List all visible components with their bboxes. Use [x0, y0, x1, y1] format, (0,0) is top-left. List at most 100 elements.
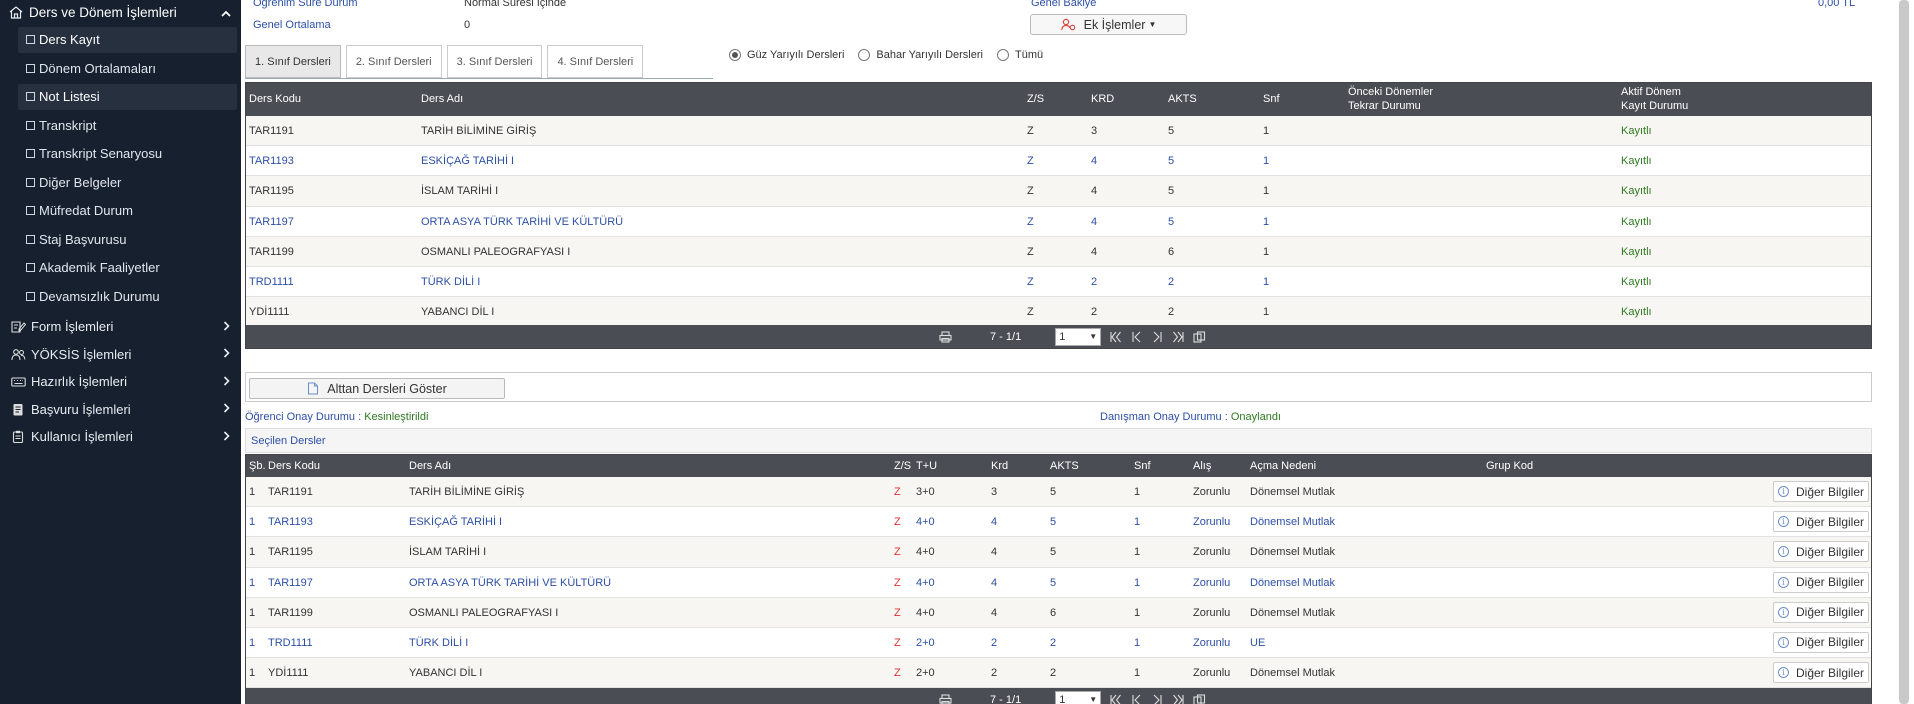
sel-code: TAR1193 [268, 516, 313, 529]
sidebar-item-label: Transkript Senaryosu [39, 146, 163, 161]
sel-krd: 2 [991, 667, 998, 680]
school-icon [8, 5, 24, 19]
page-select[interactable]: 1 ▼ [1055, 327, 1102, 346]
tab-class-1[interactable]: 1. Sınıf Dersleri [245, 45, 341, 78]
tab-class-3[interactable]: 3. Sınıf Dersleri [446, 45, 543, 78]
other-info-button[interactable]: i Diğer Bilgiler [1773, 662, 1869, 684]
show-alt-courses-button[interactable]: Alttan Dersleri Göster [249, 378, 505, 399]
course-status: Kayıtlı [1621, 215, 1652, 228]
next-page-icon[interactable] [1151, 331, 1164, 343]
course-code: TAR1195 [249, 185, 294, 198]
other-info-button[interactable]: i Diğer Bilgiler [1773, 481, 1869, 502]
first-page-icon[interactable] [1109, 331, 1122, 343]
sel-akts: 2 [1050, 667, 1057, 680]
tab-class-2[interactable]: 2. Sınıf Dersleri [345, 45, 442, 78]
other-info-label: Diğer Bilgiler [1795, 635, 1865, 650]
course-snf: 1 [1263, 185, 1270, 198]
sidebar-item-4[interactable]: Transkript Senaryosu [18, 141, 237, 167]
other-info-button[interactable]: i Diğer Bilgiler [1773, 511, 1869, 533]
course-name: İSLAM TARİHİ I [421, 185, 499, 198]
sidebar-group-4[interactable]: Kullanıcı İşlemleri [0, 423, 241, 451]
gpa-label: Genel Ortalama [253, 19, 331, 31]
advisor-approval: Danışman Onay Durumu : Onaylandı [1100, 411, 1281, 423]
sel-krd: 4 [991, 516, 998, 529]
copy-icon[interactable] [1193, 693, 1206, 704]
sel-code: TAR1195 [268, 546, 313, 559]
sidebar-item-1[interactable]: Dönem Ortalamaları [18, 55, 237, 81]
checkbox-square-icon [26, 234, 35, 244]
vertical-scrollbar[interactable] [1899, 0, 1909, 704]
sel-tu: 4+0 [916, 516, 935, 529]
sel-name: TÜRK DİLİ I [409, 636, 469, 649]
print-icon[interactable] [939, 693, 952, 704]
print-icon[interactable] [939, 330, 952, 343]
course-status: Kayıtlı [1621, 306, 1652, 319]
col-active-line2: Kayıt Durumu [1621, 100, 1689, 112]
sel-sb: 1 [249, 546, 256, 559]
last-page-icon[interactable] [1172, 331, 1185, 343]
sidebar-group-3[interactable]: Başvuru İşlemleri [0, 396, 241, 424]
col-zs: Z/S [1027, 93, 1045, 105]
sidebar-group-label: Form İşlemleri [31, 319, 114, 335]
other-info-button[interactable]: i Diğer Bilgiler [1773, 541, 1869, 563]
sel-snf: 1 [1134, 606, 1141, 619]
sidebar-item-6[interactable]: Müfredat Durum [18, 198, 237, 224]
document-icon [10, 403, 26, 416]
chevron-right-icon [219, 347, 233, 361]
other-info-button[interactable]: i Diğer Bilgiler [1773, 601, 1869, 623]
tab-class-4[interactable]: 4. Sınıf Dersleri [547, 45, 644, 78]
sidebar-group-0[interactable]: Form İşlemleri [0, 313, 241, 341]
checkbox-square-icon [26, 149, 35, 158]
sidebar-item-2[interactable]: Not Listesi [18, 83, 237, 110]
course-zs: Z [1027, 275, 1034, 288]
prev-page-icon[interactable] [1130, 331, 1143, 343]
extra-actions-button[interactable]: Ek İşlemler ▼ [1030, 14, 1187, 35]
sel-krd: 4 [991, 606, 998, 619]
checkbox-square-icon [26, 120, 35, 130]
course-code: TAR1193 [249, 155, 294, 168]
radio-option-1[interactable]: Bahar Yarıyılı Dersleri [858, 49, 983, 61]
sidebar-item-3[interactable]: Transkript [18, 112, 237, 138]
form-edit-icon [10, 320, 26, 333]
other-info-button[interactable]: i Diğer Bilgiler [1773, 631, 1869, 653]
sel-tu: 4+0 [916, 546, 935, 559]
table-row: 1 TRD1111 TÜRK DİLİ I Z 2+0 2 2 1 Zorunlu UE i Diğe… [246, 627, 1871, 659]
sidebar-item-5[interactable]: Diğer Belgeler [18, 169, 237, 195]
sel-akts: 6 [1050, 606, 1057, 619]
first-page-icon[interactable] [1109, 694, 1122, 704]
last-page-icon[interactable] [1172, 694, 1185, 704]
course-snf: 1 [1263, 306, 1270, 319]
prev-page-icon[interactable] [1130, 694, 1143, 704]
page-select[interactable]: 1 ▼ [1055, 690, 1102, 704]
course-akts: 5 [1168, 125, 1175, 137]
col-group: Grup Kod [1486, 460, 1534, 472]
sidebar-item-7[interactable]: Staj Başvurusu [18, 226, 237, 252]
pager-summary: 7 - 1/1 [990, 693, 1022, 704]
document-icon [307, 382, 319, 395]
sidebar-group-2[interactable]: Hazırlık İşlemleri [0, 368, 241, 396]
radio-option-0[interactable]: Güz Yarıyılı Dersleri [729, 49, 844, 61]
chevron-right-icon [219, 320, 233, 334]
next-page-icon[interactable] [1151, 694, 1164, 704]
sidebar-item-label: Diğer Belgeler [39, 174, 122, 190]
chevron-right-icon [219, 430, 233, 444]
col-name: Ders Adı [421, 93, 464, 105]
radio-button[interactable] [996, 49, 1009, 61]
info-icon: i [1777, 636, 1789, 648]
radio-option-2[interactable]: Tümü [996, 49, 1043, 61]
other-info-button[interactable]: i Diğer Bilgiler [1773, 571, 1869, 593]
radio-button[interactable] [729, 49, 741, 61]
radio-button[interactable] [858, 49, 871, 61]
sidebar-group-1[interactable]: YÖKSİS İşlemleri [0, 341, 241, 369]
sidebar-item-0[interactable]: Ders Kayıt [18, 26, 237, 53]
col-prev-line1: Önceki Dönemler [1348, 86, 1433, 98]
sidebar-item-9[interactable]: Devamsızlık Durumu [18, 283, 237, 309]
sidebar-header-ders-donem[interactable]: Ders ve Dönem İşlemleri [0, 0, 241, 24]
sidebar-item-8[interactable]: Akademik Faaliyetler [18, 255, 237, 281]
sidebar-item-label: Staj Başvurusu [39, 231, 127, 247]
chevron-up-icon [219, 5, 233, 20]
info-icon: i [1777, 667, 1789, 679]
col-alis: Alış [1193, 460, 1212, 472]
copy-icon[interactable] [1193, 330, 1206, 343]
sel-alis: Zorunlu [1193, 486, 1231, 498]
